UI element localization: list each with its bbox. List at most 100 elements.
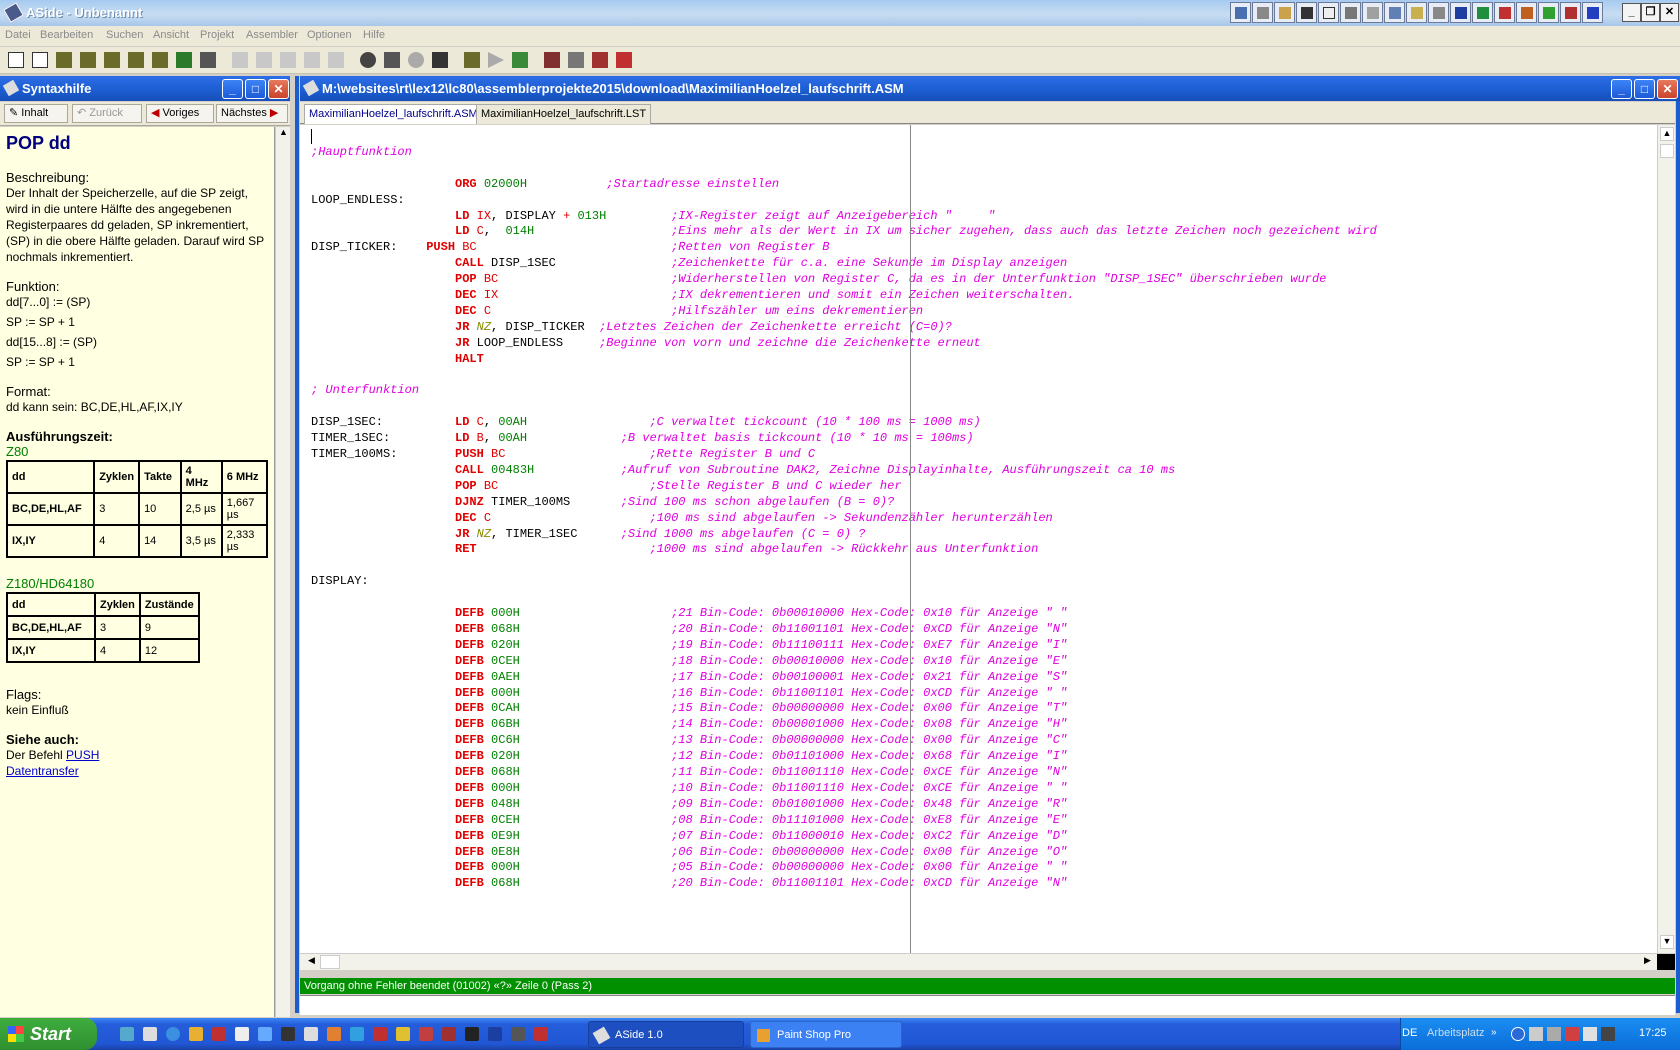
code-editor[interactable]: ;Hauptfunktion ORG 02000H ;Startadresse …	[300, 125, 1657, 953]
menu-datei[interactable]: Datei	[5, 29, 31, 41]
project-icon[interactable]	[464, 52, 480, 68]
help-scrollbar[interactable]: ▲	[275, 127, 290, 1017]
next-button[interactable]: Nächstes ▶	[216, 104, 288, 123]
back-icon[interactable]	[1511, 1027, 1525, 1041]
datentransfer-link[interactable]: Datentransfer	[6, 764, 79, 778]
tray-icon[interactable]	[1529, 1027, 1543, 1041]
run-icon[interactable]	[488, 52, 504, 68]
quicklaunch-icon[interactable]	[1362, 2, 1383, 23]
h-scroll-thumb[interactable]	[320, 955, 340, 969]
editor-vertical-scrollbar[interactable]: ▲ ▼	[1657, 125, 1675, 953]
quicklaunch-icon[interactable]	[488, 1027, 502, 1041]
editor-maximize-button[interactable]: □	[1634, 79, 1655, 99]
menu-hilfe[interactable]: Hilfe	[363, 29, 385, 41]
quicklaunch-icon[interactable]	[1516, 2, 1537, 23]
book-icon[interactable]	[568, 52, 584, 68]
pane-minimize-button[interactable]: _	[222, 79, 243, 99]
quicklaunch-icon[interactable]	[419, 1027, 433, 1041]
editor-minimize-button[interactable]: _	[1611, 79, 1632, 99]
new-file-icon[interactable]	[8, 52, 24, 68]
menu-bearbeiten[interactable]: Bearbeiten	[40, 29, 93, 41]
tab-asm[interactable]: MaximilianHoelzel_laufschrift.ASM	[304, 104, 483, 124]
quicklaunch-icon[interactable]	[1296, 2, 1317, 23]
help-book-icon[interactable]	[544, 52, 560, 68]
quicklaunch-icon[interactable]	[1582, 2, 1603, 23]
push-link[interactable]: PUSH	[66, 748, 99, 762]
quicklaunch-icon[interactable]	[1428, 2, 1449, 23]
quicklaunch-icon[interactable]	[120, 1027, 134, 1041]
start-button[interactable]: Start	[0, 1018, 97, 1050]
editor-close-button[interactable]: ✕	[1657, 79, 1678, 99]
mail-icon[interactable]	[1318, 2, 1339, 23]
quicklaunch-icon[interactable]	[1560, 2, 1581, 23]
scroll-right-icon[interactable]: ▶	[1644, 955, 1656, 969]
excel-icon[interactable]	[1472, 2, 1493, 23]
tray-icon[interactable]	[1547, 1027, 1561, 1041]
quicklaunch-icon[interactable]	[534, 1027, 548, 1041]
menu-assembler[interactable]: Assembler	[246, 29, 298, 41]
folder-icon[interactable]	[104, 52, 120, 68]
quicklaunch-icon[interactable]	[1538, 2, 1559, 23]
quicklaunch-icon[interactable]	[1230, 2, 1251, 23]
menu-suchen[interactable]: Suchen	[106, 29, 143, 41]
quicklaunch-icon[interactable]	[212, 1027, 226, 1041]
scroll-up-icon[interactable]: ▲	[278, 127, 289, 141]
quicklaunch-icon[interactable]	[304, 1027, 318, 1041]
open-project-icon[interactable]	[80, 52, 96, 68]
tab-lst[interactable]: MaximilianHoelzel_laufschrift.LST	[476, 104, 652, 124]
scroll-left-icon[interactable]: ◀	[308, 955, 320, 969]
quicklaunch-icon[interactable]	[235, 1027, 249, 1041]
save-icon[interactable]	[176, 52, 192, 68]
quicklaunch-icon[interactable]	[1274, 2, 1295, 23]
pane-close-button[interactable]: ✕	[268, 79, 289, 99]
quicklaunch-icon[interactable]	[327, 1027, 341, 1041]
close-button[interactable]: ✕	[1660, 3, 1679, 22]
quicklaunch-icon[interactable]	[373, 1027, 387, 1041]
open-icon[interactable]	[56, 52, 72, 68]
quicklaunch-icon[interactable]	[1494, 2, 1515, 23]
menu-ansicht[interactable]: Ansicht	[153, 29, 189, 41]
check-icon[interactable]	[512, 52, 528, 68]
tray-icon[interactable]	[1565, 1027, 1579, 1041]
quicklaunch-icon[interactable]	[396, 1027, 410, 1041]
arbeitsplatz-label[interactable]: Arbeitsplatz	[1427, 1027, 1484, 1039]
quicklaunch-icon[interactable]	[258, 1027, 272, 1041]
volume-icon[interactable]	[1601, 1027, 1615, 1041]
quicklaunch-icon[interactable]	[143, 1027, 157, 1041]
quicklaunch-icon[interactable]	[465, 1027, 479, 1041]
print-icon[interactable]	[200, 52, 216, 68]
task-paint-shop-pro[interactable]: Paint Shop Pro	[750, 1021, 902, 1048]
save-all-icon[interactable]	[152, 52, 168, 68]
prev-button[interactable]: ◀ Voriges	[146, 104, 214, 123]
contents-button[interactable]: ✎ Inhalt	[4, 104, 68, 123]
quicklaunch-icon[interactable]	[1406, 2, 1427, 23]
quicklaunch-icon[interactable]	[350, 1027, 364, 1041]
find-icon[interactable]	[360, 52, 376, 68]
scroll-thumb[interactable]	[1660, 144, 1674, 158]
scroll-up-icon[interactable]: ▲	[1660, 127, 1674, 141]
new-document-icon[interactable]	[32, 52, 48, 68]
task-aside[interactable]: ASide 1.0	[588, 1021, 744, 1048]
word-icon[interactable]	[1450, 2, 1471, 23]
folder-icon[interactable]	[128, 52, 144, 68]
find-next-icon[interactable]	[408, 52, 424, 68]
minimize-button[interactable]: _	[1622, 3, 1641, 22]
quicklaunch-icon[interactable]	[281, 1027, 295, 1041]
clock[interactable]: 17:25	[1639, 1027, 1667, 1039]
menu-optionen[interactable]: Optionen	[307, 29, 352, 41]
pane-maximize-button[interactable]: □	[245, 79, 266, 99]
back-button[interactable]: ↶ Zurück	[72, 104, 142, 123]
quicklaunch-icon[interactable]	[1384, 2, 1405, 23]
tray-icon[interactable]	[1583, 1027, 1597, 1041]
doc-icon[interactable]	[592, 52, 608, 68]
quicklaunch-icon[interactable]	[511, 1027, 525, 1041]
chevron-icon[interactable]: »	[1491, 1027, 1497, 1038]
language-indicator[interactable]: DE	[1402, 1027, 1417, 1039]
quicklaunch-icon[interactable]	[1252, 2, 1273, 23]
scroll-down-icon[interactable]: ▼	[1660, 935, 1674, 949]
quicklaunch-icon[interactable]	[442, 1027, 456, 1041]
goto-icon[interactable]	[432, 52, 448, 68]
ie-icon[interactable]	[166, 1027, 180, 1041]
quicklaunch-icon[interactable]	[189, 1027, 203, 1041]
doc-flag-icon[interactable]	[616, 52, 632, 68]
